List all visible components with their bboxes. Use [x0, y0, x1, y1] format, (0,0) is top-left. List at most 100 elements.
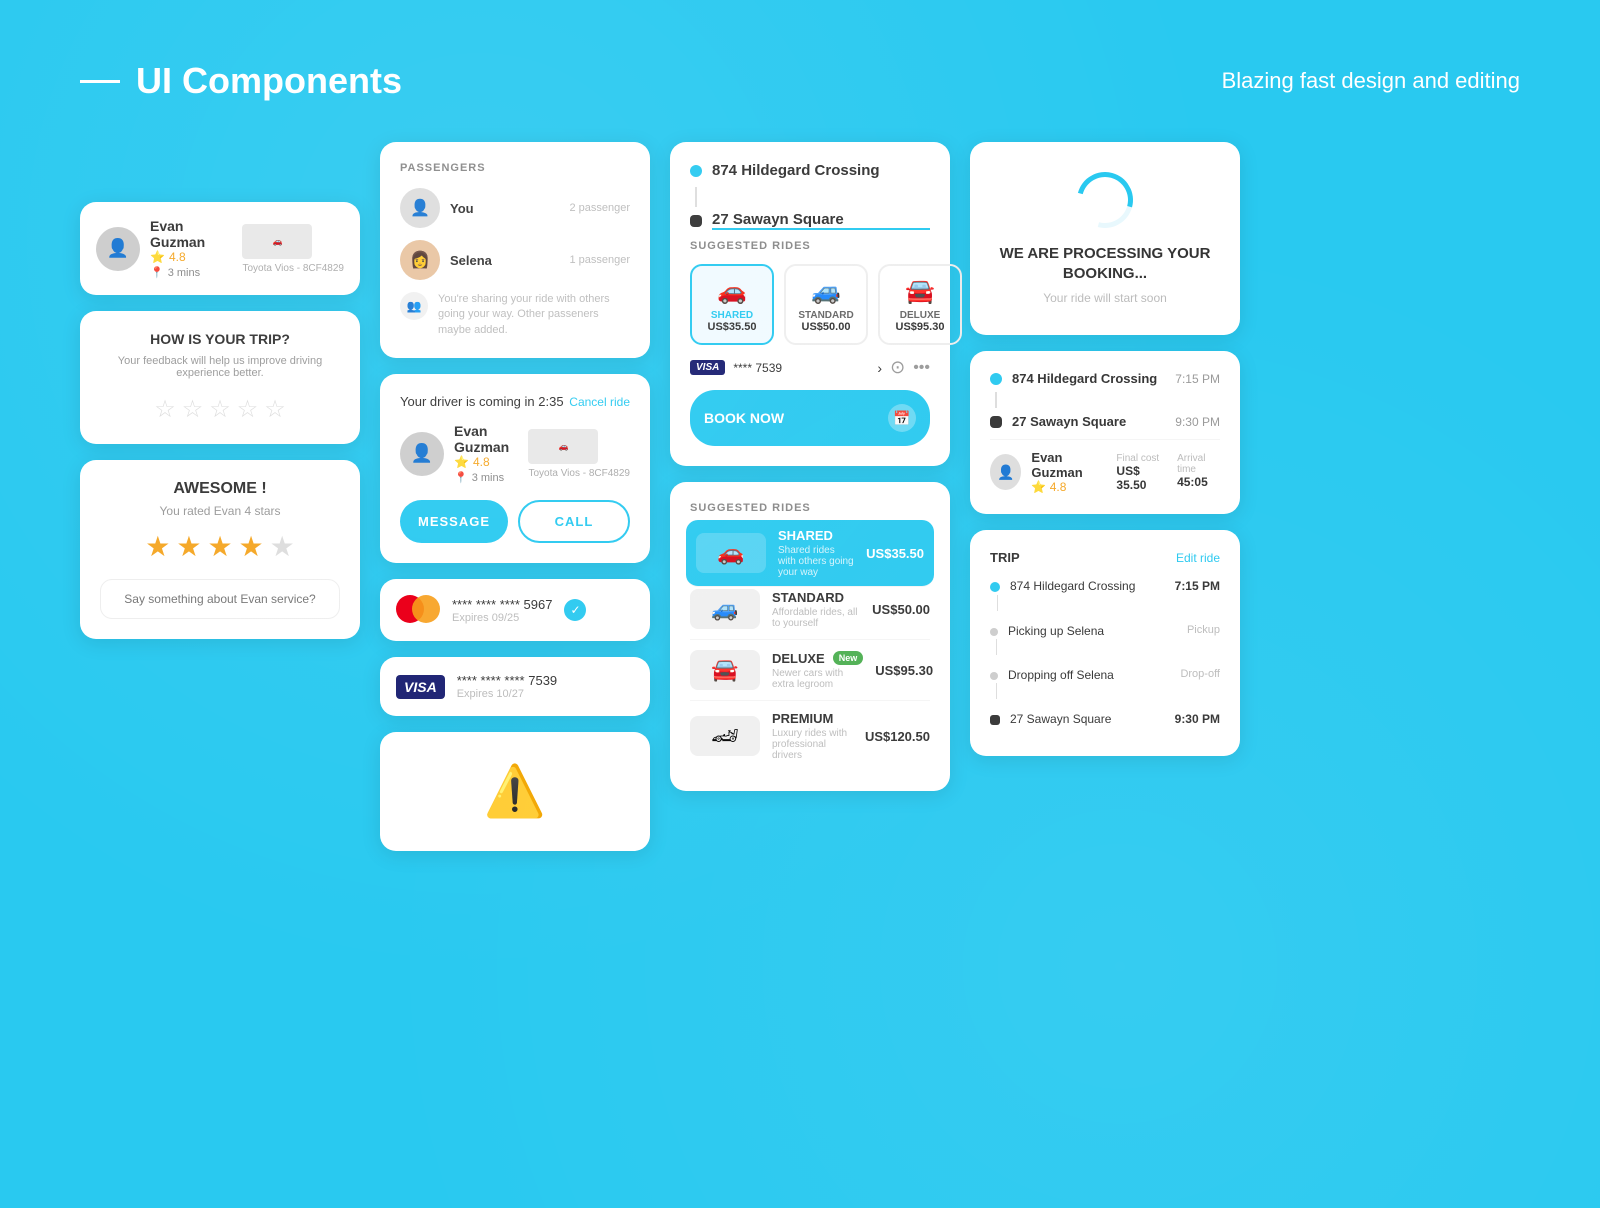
- ride-option-deluxe[interactable]: 🚘 DELUXE US$95.30: [878, 264, 962, 345]
- mastercard-card[interactable]: **** **** **** 5967 Expires 09/25 ✓: [380, 579, 650, 641]
- sum-from-text: 874 Hildegard Crossing: [1012, 371, 1165, 386]
- trip-subtitle: Your feedback will help us improve drivi…: [100, 355, 340, 379]
- suggested-rides-label: SUGGESTED RIDES: [690, 240, 930, 252]
- star-3[interactable]: ☆: [209, 395, 231, 424]
- passengers-label: PASSENGERS: [400, 162, 630, 174]
- coming-driver-info: 👤 Evan Guzman ⭐ 4.8 📍 3 mins 🚗 Toyota Vi…: [400, 423, 630, 484]
- visa-logo: VISA: [396, 675, 445, 699]
- ride-option-standard[interactable]: 🚙 STANDARD US$50.00: [784, 264, 868, 345]
- trip-detail-card: TRIP Edit ride 874 Hildegard Crossing 7:…: [970, 530, 1240, 756]
- mc-circle-yellow: [412, 595, 440, 623]
- feedback-input[interactable]: [100, 579, 340, 619]
- header-subtitle: Blazing fast design and editing: [1222, 68, 1520, 94]
- shared-price: US$35.50: [702, 321, 762, 333]
- star-5[interactable]: ☆: [264, 395, 286, 424]
- standard-ride-name: STANDARD: [772, 590, 844, 605]
- standard-ride-info: STANDARD Affordable rides, all to yourse…: [772, 590, 860, 629]
- column-4: WE ARE PROCESSING YOUR BOOKING... Your r…: [970, 142, 1240, 756]
- coming-driver-time: 📍 3 mins: [454, 471, 518, 484]
- selected-check-icon: ✓: [564, 599, 586, 621]
- header-left: UI Components: [80, 60, 402, 102]
- settings-circle-icon[interactable]: ⊙: [890, 357, 905, 378]
- car-label: Toyota Vios - 8CF4829: [242, 263, 344, 274]
- page-title: UI Components: [136, 60, 402, 102]
- ride-row-standard[interactable]: 🚙 STANDARD Affordable rides, all to your…: [690, 579, 930, 640]
- ride-row-premium[interactable]: 🏎 PREMIUM Luxury rides with professional…: [690, 701, 930, 771]
- call-button[interactable]: CALL: [518, 500, 630, 543]
- driver-time: 📍 3 mins: [150, 266, 232, 279]
- shared-car-img: 🚗: [696, 533, 766, 573]
- trip-feedback-card: HOW IS YOUR TRIP? Your feedback will hel…: [80, 311, 360, 444]
- book-btn-icon: 📅: [888, 404, 916, 432]
- route-to-input[interactable]: [712, 211, 930, 230]
- mastercard-number: **** **** **** 5967: [452, 597, 552, 612]
- driver-sum-avatar: 👤: [990, 454, 1021, 490]
- stop-line-3: [996, 683, 997, 699]
- premium-ride-price: US$120.50: [865, 729, 930, 744]
- route-summary-card: 874 Hildegard Crossing 7:15 PM 27 Sawayn…: [970, 351, 1240, 514]
- stop-dot-1: [990, 582, 1000, 592]
- standard-price: US$50.00: [796, 321, 856, 333]
- visa-card[interactable]: VISA **** **** **** 7539 Expires 10/27: [380, 657, 650, 716]
- route-from-text: 874 Hildegard Crossing: [712, 162, 880, 179]
- sum-route-line: [995, 392, 997, 408]
- column-2: PASSENGERS 👤 You 2 passenger 👩 Selena 1 …: [380, 142, 650, 851]
- route-from-row: 874 Hildegard Crossing: [690, 162, 930, 179]
- passenger-row-selena: 👩 Selena 1 passenger: [400, 240, 630, 280]
- book-now-button[interactable]: BOOK NOW 📅: [690, 390, 930, 446]
- shared-name-row: SHARED: [778, 528, 854, 543]
- sum-from-time: 7:15 PM: [1175, 372, 1220, 386]
- shared-car-icon: 🚗: [702, 276, 762, 306]
- driver-sum-rating: ⭐ 4.8: [1031, 480, 1106, 494]
- deluxe-ride-price: US$95.30: [875, 663, 933, 678]
- star-2[interactable]: ☆: [182, 395, 204, 424]
- more-dots-icon[interactable]: •••: [913, 359, 930, 377]
- driver-avatar: 👤: [96, 227, 140, 271]
- share-text: You're sharing your ride with others goi…: [438, 292, 630, 338]
- edit-ride-link[interactable]: Edit ride: [1176, 551, 1220, 565]
- arrival-value: 45:05: [1177, 475, 1220, 489]
- cards-container: 👤 Evan Guzman ⭐ 4.8 📍 3 mins 🚗 Toyota Vi…: [0, 122, 1600, 871]
- star-1[interactable]: ☆: [154, 395, 176, 424]
- driver-details: Evan Guzman ⭐ 4.8 📍 3 mins: [150, 218, 232, 279]
- route-from-dot: [690, 165, 702, 177]
- coming-car-image: 🚗: [528, 429, 598, 464]
- driver-rating: ⭐ 4.8: [150, 250, 232, 264]
- ride-option-shared[interactable]: 🚗 SHARED US$35.50: [690, 264, 774, 345]
- ride-row-shared[interactable]: 🚗 SHARED Shared rides with others going …: [686, 520, 934, 587]
- page-header: UI Components Blazing fast design and ed…: [0, 0, 1600, 122]
- rating-value: 4.8: [169, 250, 186, 264]
- driver-name: Evan Guzman: [150, 218, 232, 250]
- passengers-card: PASSENGERS 👤 You 2 passenger 👩 Selena 1 …: [380, 142, 650, 358]
- sum-to-text: 27 Sawayn Square: [1012, 414, 1165, 429]
- star-filled-1: ★: [145, 530, 170, 563]
- arrow-right-icon: ›: [877, 360, 882, 376]
- ride-row-deluxe[interactable]: 🚘 DELUXE New Newer cars with extra legro…: [690, 640, 930, 701]
- stop-dot-4: [990, 715, 1000, 725]
- passenger-count-selena: 1 passenger: [569, 254, 630, 266]
- driver-sum-name: Evan Guzman: [1031, 450, 1106, 480]
- stop-time-4: 9:30 PM: [1175, 712, 1220, 726]
- ride-options-row: 🚗 SHARED US$35.50 🚙 STANDARD US$50.00 🚘 …: [690, 264, 930, 345]
- spinner-arc: [1067, 162, 1143, 238]
- cancel-ride-link[interactable]: Cancel ride: [569, 395, 630, 409]
- star-4[interactable]: ☆: [237, 395, 259, 424]
- rating-stars[interactable]: ☆ ☆ ☆ ☆ ☆: [100, 395, 340, 424]
- coming-driver-name: Evan Guzman: [454, 423, 518, 455]
- premium-car-img: 🏎: [690, 716, 760, 756]
- passenger-count-you: 2 passenger: [569, 202, 630, 214]
- message-button[interactable]: MESSAGE: [400, 500, 508, 543]
- shared-ride-name: SHARED: [778, 528, 833, 543]
- star-filled-2: ★: [176, 530, 201, 563]
- share-icon: 👥: [400, 292, 428, 320]
- awesome-title: AWESOME !: [100, 480, 340, 498]
- share-note: 👥 You're sharing your ride with others g…: [400, 292, 630, 338]
- stop-name-2: Picking up Selena: [1008, 624, 1177, 638]
- visa-number: **** **** **** 7539: [457, 673, 557, 688]
- trip-stop-3: Dropping off Selena Drop-off: [990, 668, 1220, 702]
- coming-header: Your driver is coming in 2:35 Cancel rid…: [400, 394, 630, 409]
- warning-icon: ⚠️: [484, 762, 546, 821]
- stop-action-3: Drop-off: [1180, 668, 1220, 680]
- standard-car-img: 🚙: [690, 589, 760, 629]
- route-to-dot: [690, 215, 702, 227]
